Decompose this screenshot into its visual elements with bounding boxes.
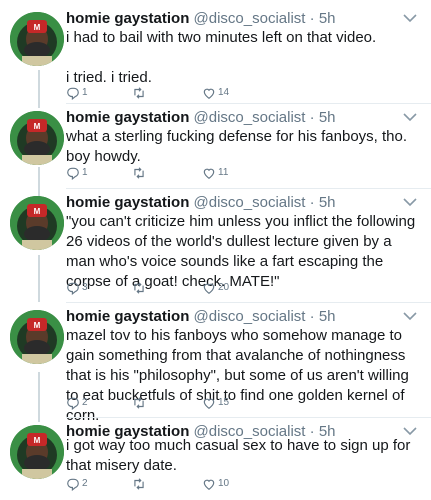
retweet-icon bbox=[134, 397, 144, 409]
reply-icon bbox=[67, 87, 79, 100]
like-count: 14 bbox=[218, 87, 230, 98]
thread-line bbox=[38, 167, 40, 197]
heart-icon bbox=[203, 88, 215, 99]
like-button[interactable]: 14 bbox=[202, 85, 229, 101]
svg-text:M: M bbox=[34, 23, 41, 32]
tweet-text: i had to bail with two minutes left on t… bbox=[66, 29, 377, 86]
avatar[interactable]: M bbox=[10, 196, 64, 250]
separator-dot: · bbox=[309, 10, 315, 27]
heart-icon bbox=[203, 479, 215, 490]
tweet-text: mazel tov to his fanboys who somehow man… bbox=[66, 327, 414, 424]
reply-button[interactable]: 1 bbox=[66, 85, 88, 101]
reply-button[interactable]: 3 bbox=[66, 280, 88, 296]
tweet-text: what a sterling fucking defense for his … bbox=[66, 128, 412, 165]
tweet-actions: 1 11 bbox=[66, 165, 406, 181]
reply-button[interactable]: 2 bbox=[66, 395, 88, 411]
user-handle[interactable]: @disco_socialist bbox=[194, 308, 306, 325]
user-handle[interactable]: @disco_socialist bbox=[194, 10, 306, 27]
reply-button[interactable]: 1 bbox=[66, 165, 88, 181]
display-name[interactable]: homie gaystation bbox=[66, 10, 189, 27]
reply-count: 1 bbox=[82, 167, 88, 178]
timestamp[interactable]: 5h bbox=[319, 10, 336, 27]
divider bbox=[66, 103, 431, 104]
like-count: 11 bbox=[218, 167, 229, 178]
like-button[interactable]: 10 bbox=[202, 476, 229, 492]
chevron-down-icon[interactable] bbox=[403, 426, 417, 436]
reply-icon bbox=[67, 282, 79, 295]
thread-line bbox=[38, 70, 40, 108]
reply-button[interactable]: 2 bbox=[66, 476, 88, 492]
thread-line bbox=[38, 372, 40, 422]
display-name[interactable]: homie gaystation bbox=[66, 194, 189, 211]
tweet-actions: 2 15 bbox=[66, 395, 406, 411]
tweet-header: homie gaystation @disco_socialist · 5h bbox=[66, 307, 336, 327]
retweet-icon bbox=[134, 282, 144, 294]
separator-dot: · bbox=[309, 109, 315, 126]
heart-icon bbox=[203, 398, 215, 409]
avatar-image: M bbox=[10, 111, 64, 165]
retweet-button[interactable] bbox=[132, 85, 148, 101]
reply-count: 2 bbox=[82, 478, 88, 489]
separator-dot: · bbox=[309, 194, 315, 211]
reply-count: 1 bbox=[82, 87, 88, 98]
svg-text:M: M bbox=[34, 321, 41, 330]
display-name[interactable]: homie gaystation bbox=[66, 109, 189, 126]
avatar[interactable]: M bbox=[10, 111, 64, 165]
tweet-header: homie gaystation @disco_socialist · 5h bbox=[66, 193, 336, 213]
tweet-actions: 1 14 bbox=[66, 85, 406, 101]
retweet-icon bbox=[134, 478, 144, 490]
like-button[interactable]: 11 bbox=[202, 165, 228, 181]
reply-icon bbox=[67, 167, 79, 180]
heart-icon bbox=[203, 168, 215, 179]
svg-text:M: M bbox=[34, 436, 41, 445]
avatar-image: M bbox=[10, 310, 64, 364]
thread-line bbox=[38, 255, 40, 302]
divider bbox=[66, 302, 431, 303]
avatar-image: M bbox=[10, 196, 64, 250]
avatar-image: M bbox=[10, 12, 64, 66]
like-count: 20 bbox=[218, 282, 230, 293]
timestamp[interactable]: 5h bbox=[319, 308, 336, 325]
reply-count: 3 bbox=[82, 282, 88, 293]
retweet-icon bbox=[134, 167, 144, 179]
timestamp[interactable]: 5h bbox=[319, 109, 336, 126]
reply-count: 2 bbox=[82, 397, 88, 408]
reply-icon bbox=[67, 478, 79, 491]
retweet-icon bbox=[134, 87, 144, 99]
tweet-actions: 2 10 bbox=[66, 476, 406, 492]
chevron-down-icon[interactable] bbox=[403, 311, 417, 321]
avatar[interactable]: M bbox=[10, 310, 64, 364]
avatar[interactable]: M bbox=[10, 425, 64, 479]
retweet-button[interactable] bbox=[132, 476, 148, 492]
timestamp[interactable]: 5h bbox=[319, 194, 336, 211]
retweet-button[interactable] bbox=[132, 280, 148, 296]
display-name[interactable]: homie gaystation bbox=[66, 308, 189, 325]
like-count: 10 bbox=[218, 478, 230, 489]
svg-text:M: M bbox=[34, 207, 41, 216]
like-count: 15 bbox=[218, 397, 230, 408]
divider bbox=[66, 188, 431, 189]
chevron-down-icon[interactable] bbox=[403, 13, 417, 23]
user-handle[interactable]: @disco_socialist bbox=[194, 194, 306, 211]
tweet-header: homie gaystation @disco_socialist · 5h bbox=[66, 9, 336, 29]
user-handle[interactable]: @disco_socialist bbox=[194, 109, 306, 126]
like-button[interactable]: 20 bbox=[202, 280, 229, 296]
tweet-actions: 3 20 bbox=[66, 280, 406, 296]
chevron-down-icon[interactable] bbox=[403, 112, 417, 122]
tweet-header: homie gaystation @disco_socialist · 5h bbox=[66, 108, 336, 128]
avatar[interactable]: M bbox=[10, 12, 64, 66]
svg-text:M: M bbox=[34, 122, 41, 131]
divider bbox=[66, 417, 431, 418]
separator-dot: · bbox=[309, 308, 315, 325]
chevron-down-icon[interactable] bbox=[403, 197, 417, 207]
heart-icon bbox=[203, 283, 215, 294]
reply-icon bbox=[67, 397, 79, 410]
tweet-text: i got way too much casual sex to have to… bbox=[66, 437, 415, 474]
like-button[interactable]: 15 bbox=[202, 395, 229, 411]
avatar-image: M bbox=[10, 425, 64, 479]
retweet-button[interactable] bbox=[132, 165, 148, 181]
retweet-button[interactable] bbox=[132, 395, 148, 411]
